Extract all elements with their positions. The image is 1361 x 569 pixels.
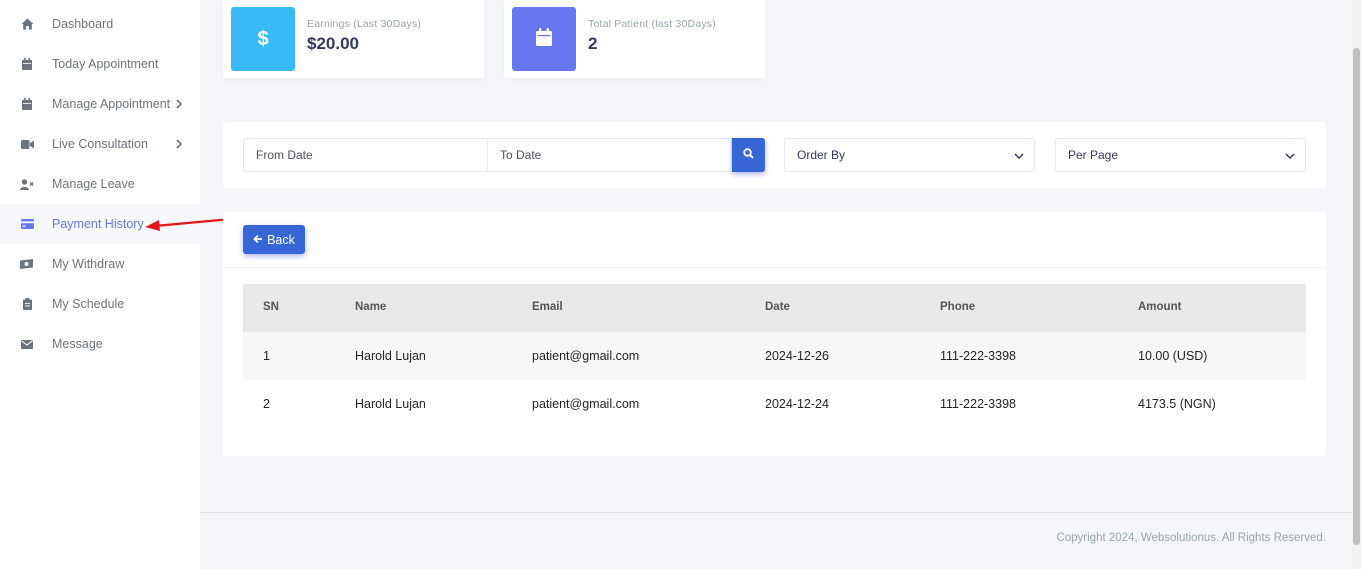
search-icon [743, 146, 754, 164]
cell-date: 2024-12-26 [765, 349, 829, 363]
per-page-value: Per Page [1068, 148, 1119, 162]
patient-tile [512, 7, 576, 71]
per-page-select[interactable]: Per Page [1055, 138, 1306, 172]
sidebar-item-payment-history[interactable]: Payment History [0, 204, 200, 244]
sidebar-item-today-appointment[interactable]: Today Appointment [0, 44, 200, 84]
header-date: Date [765, 301, 790, 313]
earnings-title: Earnings (Last 30Days) [307, 18, 422, 30]
chevron-right-icon [174, 137, 184, 151]
cell-amount: 10.00 (USD) [1138, 349, 1208, 363]
money-icon [20, 257, 34, 271]
cell-sn: 1 [263, 349, 270, 363]
calendar-icon [20, 97, 34, 111]
sidebar-item-label: My Withdraw [52, 257, 125, 271]
cell-phone: 111-222-3398 [940, 349, 1016, 363]
total-patient-title: Total Patient (last 30Days) [588, 18, 716, 30]
user-times-icon [20, 177, 34, 191]
sidebar-item-label: Live Consultation [52, 137, 148, 151]
sidebar-item-label: Manage Leave [52, 177, 135, 191]
credit-card-icon [20, 217, 34, 231]
header-name: Name [355, 301, 387, 313]
arrow-left-icon [253, 233, 263, 247]
table-header-row: SN Name Email Date Phone Amount [243, 284, 1306, 332]
sidebar-item-live-consultation[interactable]: Live Consultation [0, 124, 200, 164]
dollar-icon: $ [257, 27, 269, 50]
sidebar-item-label: Today Appointment [52, 57, 159, 71]
clipboard-icon [20, 297, 34, 311]
earnings-value: $20.00 [307, 34, 359, 53]
header-email: Email [532, 301, 563, 313]
from-date-input[interactable]: From Date [243, 138, 488, 172]
filter-card: From Date To Date Order By Per Page [223, 122, 1326, 188]
search-button[interactable] [732, 138, 765, 172]
sidebar-item-manage-leave[interactable]: Manage Leave [0, 164, 200, 204]
cell-phone: 111-222-3398 [940, 397, 1016, 411]
cell-email: patient@gmail.com [532, 349, 640, 363]
sidebar-item-label: Dashboard [52, 17, 114, 31]
calendar-icon [20, 57, 34, 71]
footer-divider [200, 512, 1352, 513]
page-scrollbar[interactable] [1352, 0, 1361, 569]
to-date-input[interactable]: To Date [487, 138, 732, 172]
back-button[interactable]: Back [243, 225, 305, 254]
footer-copyright: Copyright 2024, Websolutionus. All Right… [1056, 532, 1326, 544]
table-row: 1 Harold Lujan patient@gmail.com 2024-12… [243, 332, 1306, 380]
header-sn: SN [263, 301, 279, 313]
sidebar-item-manage-appointment[interactable]: Manage Appointment [0, 84, 200, 124]
calendar-icon [536, 27, 552, 51]
back-label: Back [267, 232, 295, 247]
sidebar-item-label: Manage Appointment [52, 97, 171, 111]
sidebar-item-label: Payment History [52, 217, 144, 231]
sidebar-item-message[interactable]: Message [0, 324, 200, 364]
cell-name: Harold Lujan [355, 349, 426, 363]
chevron-right-icon [174, 97, 184, 111]
home-icon [20, 17, 34, 31]
cell-name: Harold Lujan [355, 397, 426, 411]
envelope-icon [20, 337, 34, 351]
cell-sn: 2 [263, 397, 270, 411]
sidebar-item-label: Message [52, 337, 103, 351]
earnings-tile: $ [231, 7, 295, 71]
divider [223, 267, 1326, 268]
header-amount: Amount [1138, 301, 1182, 313]
video-icon [20, 137, 34, 151]
sidebar: Dashboard Today Appointment Manage Appoi… [0, 0, 200, 569]
sidebar-item-my-withdraw[interactable]: My Withdraw [0, 244, 200, 284]
cell-date: 2024-12-24 [765, 397, 829, 411]
cell-email: patient@gmail.com [532, 397, 640, 411]
sidebar-item-dashboard[interactable]: Dashboard [0, 4, 200, 44]
sidebar-item-my-schedule[interactable]: My Schedule [0, 284, 200, 324]
total-patient-value: 2 [588, 34, 598, 53]
table-row: 2 Harold Lujan patient@gmail.com 2024-12… [243, 380, 1306, 428]
cell-amount: 4173.5 (NGN) [1138, 397, 1216, 411]
chevron-down-icon [1014, 150, 1024, 164]
payment-history-card: Back SN Name Email Date Phone Amount 1 H… [223, 212, 1326, 456]
payment-table: SN Name Email Date Phone Amount 1 Harold… [243, 284, 1306, 428]
total-patient-card: Total Patient (last 30Days) 2 [504, 0, 765, 78]
order-by-select[interactable]: Order By [784, 138, 1035, 172]
chevron-down-icon [1285, 150, 1295, 164]
header-phone: Phone [940, 301, 976, 313]
earnings-card: $ Earnings (Last 30Days) $20.00 [223, 0, 484, 78]
scrollbar-thumb[interactable] [1353, 48, 1360, 545]
order-by-value: Order By [797, 148, 846, 162]
sidebar-item-label: My Schedule [52, 297, 125, 311]
